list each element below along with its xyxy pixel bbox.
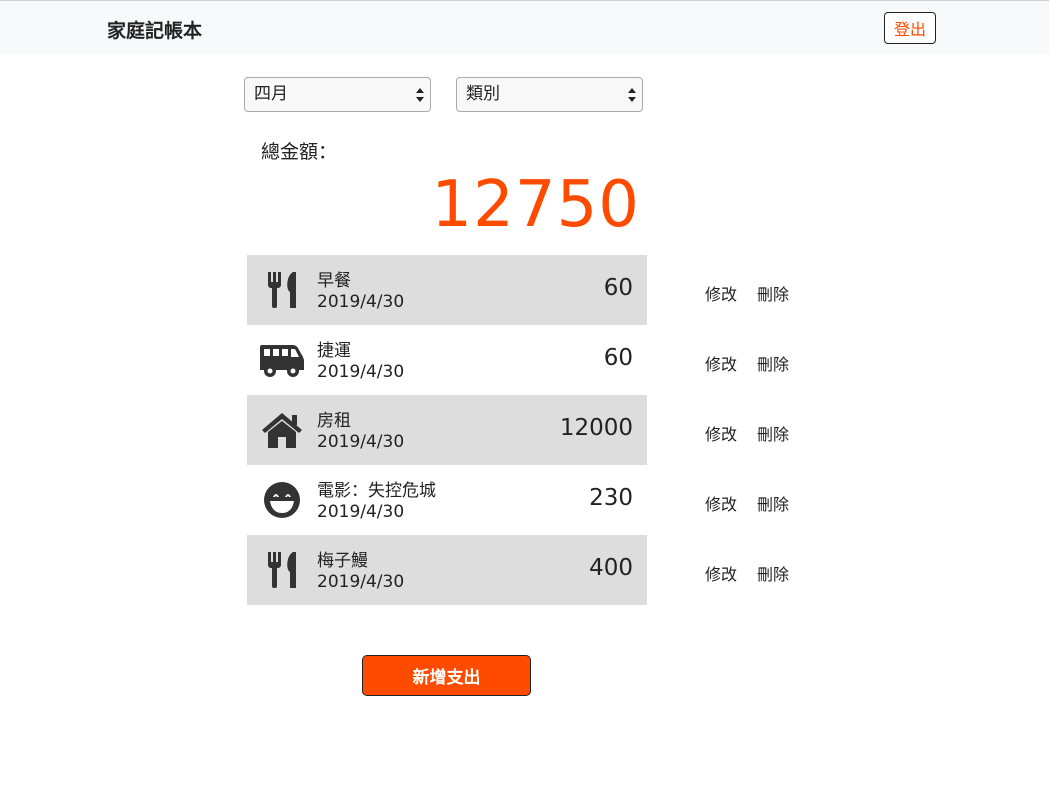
expense-row: 捷運 2019/4/30 60	[247, 325, 647, 395]
edit-button[interactable]: 修改	[705, 281, 737, 305]
expense-date: 2019/4/30	[317, 502, 405, 522]
edit-button[interactable]: 修改	[705, 561, 737, 585]
expense-row: 電影：失控危城 2019/4/30 230	[247, 465, 647, 535]
expense-date: 2019/4/30	[317, 292, 405, 312]
edit-button[interactable]: 修改	[705, 421, 737, 445]
expense-name: 早餐	[317, 271, 351, 291]
add-expense-button[interactable]: 新增支出	[362, 655, 531, 696]
expense-amount: 60	[603, 275, 633, 301]
home-icon	[262, 413, 302, 448]
expense-row: 房租 2019/4/30 12000	[247, 395, 647, 465]
select-arrows-icon	[628, 88, 636, 102]
total-label: 總金額：	[261, 141, 338, 163]
delete-button[interactable]: 刪除	[757, 281, 789, 305]
smile-icon	[264, 482, 300, 518]
expense-date: 2019/4/30	[317, 362, 405, 382]
delete-button[interactable]: 刪除	[757, 561, 789, 585]
edit-button[interactable]: 修改	[705, 351, 737, 375]
month-select-value: 四月	[254, 84, 288, 104]
category-select-value: 類別	[466, 84, 500, 104]
expense-name: 捷運	[317, 341, 351, 361]
expense-row: 早餐 2019/4/30 60	[247, 255, 647, 325]
navbar: 家庭記帳本 登出	[0, 0, 1049, 54]
expense-amount: 230	[589, 485, 633, 511]
expense-date: 2019/4/30	[317, 432, 405, 452]
total-amount: 12750	[431, 168, 640, 242]
expense-name: 梅子鰻	[317, 551, 368, 571]
utensils-icon	[268, 552, 296, 588]
utensils-icon	[268, 272, 296, 308]
expense-amount: 12000	[559, 415, 633, 441]
expense-row: 梅子鰻 2019/4/30 400	[247, 535, 647, 605]
van-icon	[260, 345, 304, 377]
expense-name: 電影：失控危城	[317, 481, 436, 501]
delete-button[interactable]: 刪除	[757, 421, 789, 445]
brand-title[interactable]: 家庭記帳本	[107, 16, 202, 43]
expense-amount: 400	[589, 555, 633, 581]
month-select[interactable]: 四月	[244, 77, 431, 112]
select-arrows-icon	[416, 88, 424, 102]
delete-button[interactable]: 刪除	[757, 351, 789, 375]
category-select[interactable]: 類別	[456, 77, 643, 112]
expense-amount: 60	[603, 345, 633, 371]
expense-date: 2019/4/30	[317, 572, 405, 592]
delete-button[interactable]: 刪除	[757, 491, 789, 515]
expense-name: 房租	[317, 411, 351, 431]
logout-button[interactable]: 登出	[884, 12, 936, 44]
edit-button[interactable]: 修改	[705, 491, 737, 515]
